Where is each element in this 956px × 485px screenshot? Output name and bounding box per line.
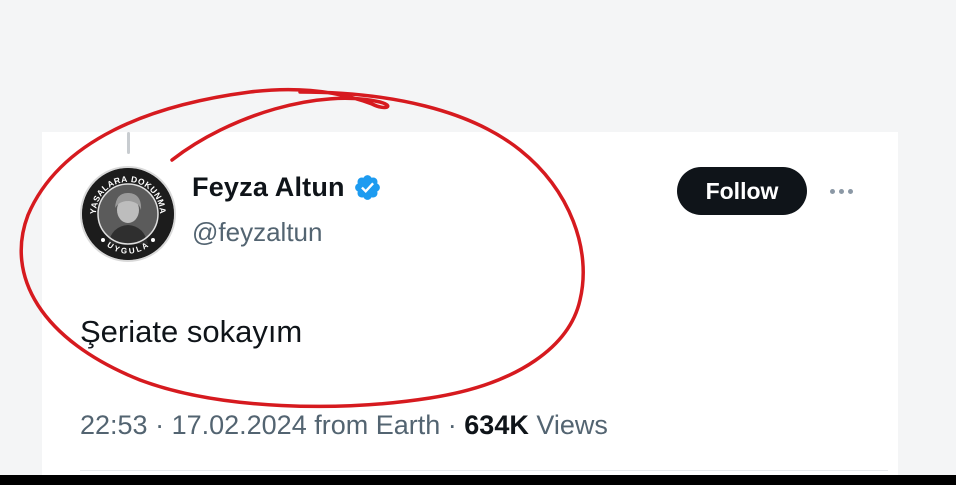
follow-button[interactable]: Follow [677, 167, 807, 215]
more-horizontal-icon[interactable] [822, 176, 860, 206]
divider [80, 470, 888, 471]
avatar-image: YASALARA DOKUNMA UYGULA [82, 168, 174, 260]
author-avatar[interactable]: YASALARA DOKUNMA UYGULA [80, 166, 176, 262]
verified-badge-icon[interactable] [353, 173, 382, 202]
tweet-text: Şeriate sokayım [80, 314, 303, 349]
meta-separator: · [440, 410, 465, 440]
tweet-time[interactable]: 22:53 [80, 410, 148, 440]
thread-connector-line [127, 132, 130, 154]
author-display-name[interactable]: Feyza Altun [192, 172, 345, 203]
bottom-edge-bar [0, 475, 956, 485]
tweet-date[interactable]: 17.02.2024 [172, 410, 307, 440]
tweet-source: from Earth [314, 410, 441, 440]
more-dot [829, 188, 835, 194]
author-name-row: Feyza Altun [192, 172, 382, 203]
views-label: Views [536, 410, 608, 440]
meta-separator: · [147, 410, 172, 440]
more-dot [838, 188, 844, 194]
tweet-card: YASALARA DOKUNMA UYGULA Feyza Altun @fey… [42, 132, 898, 475]
more-dot [847, 188, 853, 194]
tweet-meta: 22:53 · 17.02.2024 from Earth · 634K Vie… [80, 410, 608, 441]
views-count[interactable]: 634K [464, 410, 529, 440]
author-handle[interactable]: @feyzaltun [192, 217, 322, 248]
